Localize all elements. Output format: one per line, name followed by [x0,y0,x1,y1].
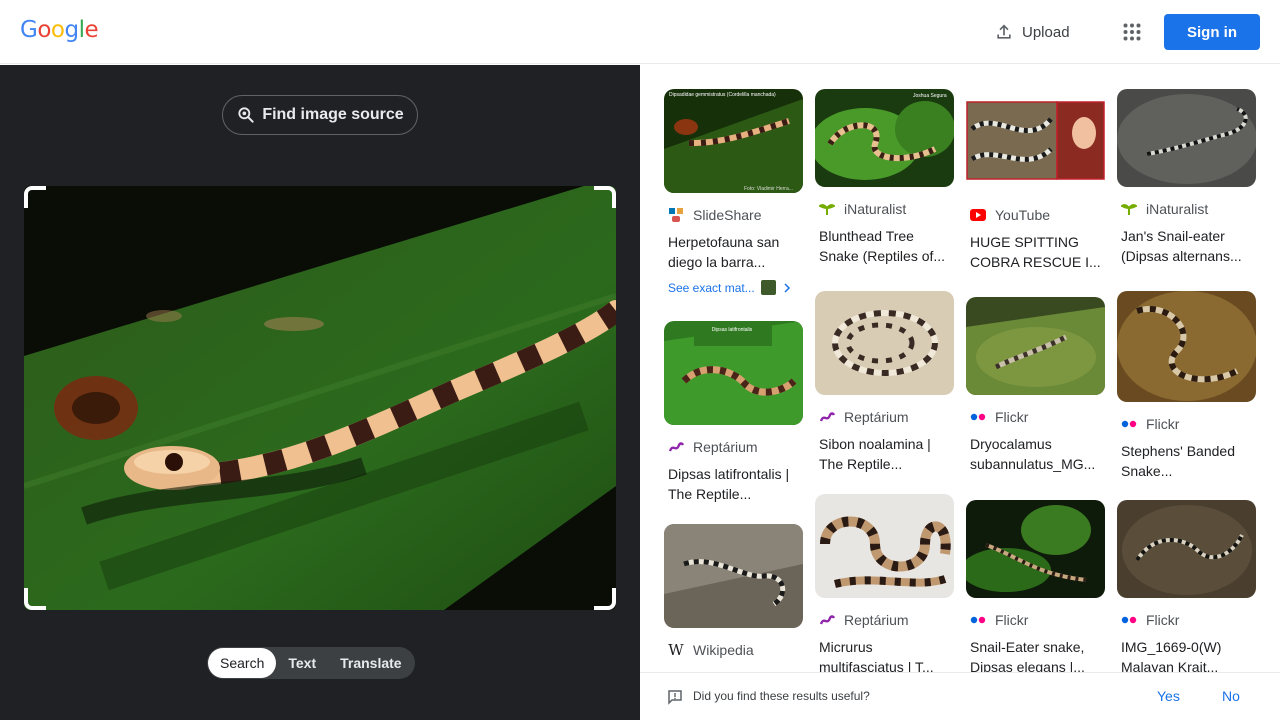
result-thumbnail[interactable] [1117,500,1256,598]
thumbnail-credit: Foto: Vladimir Herra... [744,186,793,192]
apps-grid-icon [1123,23,1141,41]
result-thumbnail[interactable] [966,500,1105,598]
result-card[interactable]: Flickr Snail-Eater snake, Dipsas elegans… [966,500,1106,677]
result-card[interactable]: Flickr Stephens' Banded Snake... [1117,291,1257,481]
thumbnail-caption: Dipsadidae gemmistratus (Cordelilla manc… [669,92,776,98]
find-image-source-label: Find image source [262,106,404,123]
mode-search-tab[interactable]: Search [208,648,277,678]
sign-in-button[interactable]: Sign in [1164,14,1260,50]
result-card[interactable]: Flickr Dryocalamus subannulatus_MG... [966,297,1106,474]
mode-switcher: Search Text Translate [207,647,415,679]
result-card[interactable]: Dipsadidae gemmistratus (Cordelilla manc… [664,89,804,295]
result-title[interactable]: Dryocalamus subannulatus_MG... [970,434,1104,474]
result-thumbnail[interactable]: Dipsas latifrontalis [664,321,803,425]
feedback-question: Did you find these results useful? [693,689,870,703]
result-thumbnail[interactable] [1117,89,1256,187]
result-card[interactable]: W Wikipedia File:Tropidod... [664,524,804,687]
slideshare-icon [668,207,684,223]
result-title[interactable]: Sibon noalamina | The Reptile... [819,434,953,474]
result-source: Reptárium [668,439,804,455]
upload-icon [997,24,1011,39]
result-thumbnail[interactable] [1117,291,1256,402]
flickr-icon [1121,612,1137,628]
result-title[interactable]: Snail-Eater snake, Dipsas elegans |... [970,637,1104,677]
result-source: W Wikipedia [668,641,754,659]
lens-search-icon [238,107,254,123]
result-title[interactable]: Stephens' Banded Snake... [1121,441,1255,481]
result-card[interactable]: Reptárium Sibon noalamina | The Reptile.… [815,291,955,474]
query-image[interactable] [24,186,616,610]
reptarium-icon [819,409,835,425]
result-title[interactable]: Herpetofauna san diego la barra... [668,232,802,272]
find-image-source-button[interactable]: Find image source [222,95,418,135]
feedback-bar: Did you find these results useful? Yes N… [640,672,1280,720]
result-thumbnail[interactable]: Joshua Segura [815,89,954,187]
result-source: SlideShare [668,207,804,223]
flickr-icon [970,409,986,425]
reptarium-icon [819,612,835,628]
result-source: iNaturalist [1121,201,1257,217]
result-thumbnail[interactable] [966,297,1105,395]
feedback-yes-button[interactable]: Yes [1157,688,1180,704]
mode-translate-tab[interactable]: Translate [328,648,413,678]
thumbnail-caption: Dipsas latifrontalis [712,327,753,333]
flickr-icon [970,612,986,628]
result-title[interactable]: Micrurus multifasciatus | T... [819,637,953,677]
result-card[interactable]: Dipsas latifrontalis Reptárium Dipsas la… [664,321,804,504]
result-card[interactable]: YouTube HUGE SPITTING COBRA RESCUE I... [966,89,1106,272]
chevron-right-icon [784,282,790,293]
youtube-icon [970,207,986,223]
inaturalist-icon [819,201,835,217]
result-thumbnail[interactable] [664,524,803,628]
crop-handle-top-right[interactable] [594,186,616,208]
result-thumbnail[interactable] [815,494,954,598]
crop-handle-bottom-right[interactable] [594,588,616,610]
flickr-icon [1121,416,1137,432]
top-bar: Google Upload Sign in [0,0,1280,64]
upload-label: Upload [1022,23,1070,41]
exact-match-thumbnail [760,280,776,295]
result-source: Flickr [1121,416,1257,432]
wikipedia-icon: W [668,641,684,659]
inaturalist-icon [1121,201,1137,217]
feedback-no-button[interactable]: No [1222,688,1240,704]
result-title[interactable]: Jan's Snail-eater (Dipsas alternans... [1121,226,1255,266]
google-logo[interactable]: Google [20,17,99,43]
result-source: Flickr [970,612,1106,628]
crop-handle-bottom-left[interactable] [24,588,46,610]
crop-handle-top-left[interactable] [24,186,46,208]
mode-text-tab[interactable]: Text [276,648,328,678]
result-card[interactable]: Joshua Segura iNaturalist Blunthead Tree… [815,89,955,266]
result-title[interactable]: HUGE SPITTING COBRA RESCUE I... [970,232,1104,272]
result-source: Reptárium [819,409,955,425]
result-source: Reptárium [819,612,955,628]
feedback-icon [668,690,682,705]
result-thumbnail[interactable] [966,89,1105,193]
result-title[interactable]: IMG_1669-0(W) Malayan Krait... [1121,637,1255,677]
result-thumbnail[interactable] [815,291,954,395]
result-thumbnail[interactable]: Dipsadidae gemmistratus (Cordelilla manc… [664,89,803,193]
result-source: Flickr [970,409,1106,425]
google-apps-button[interactable] [1116,16,1148,48]
thumbnail-credit: Joshua Segura [913,93,947,99]
result-source: YouTube [970,207,1106,223]
result-title[interactable]: Dipsas latifrontalis | The Reptile... [668,464,802,504]
result-source: iNaturalist [819,201,955,217]
result-title[interactable]: Blunthead Tree Snake (Reptiles of... [819,226,953,266]
see-exact-matches-link[interactable]: See exact mat... [668,280,804,295]
visual-matches-panel: Dipsadidae gemmistratus (Cordelilla manc… [640,65,1280,720]
upload-button[interactable]: Upload [988,16,1076,48]
result-source: Flickr [1121,612,1257,628]
query-image-panel: Find image source Search Text Translate [0,65,640,720]
result-card[interactable]: iNaturalist Jan's Snail-eater (Dipsas al… [1117,89,1257,266]
reptarium-icon [668,439,684,455]
result-card[interactable]: Flickr IMG_1669-0(W) Malayan Krait... [1117,500,1257,677]
result-card[interactable]: Reptárium Micrurus multifasciatus | T... [815,494,955,677]
